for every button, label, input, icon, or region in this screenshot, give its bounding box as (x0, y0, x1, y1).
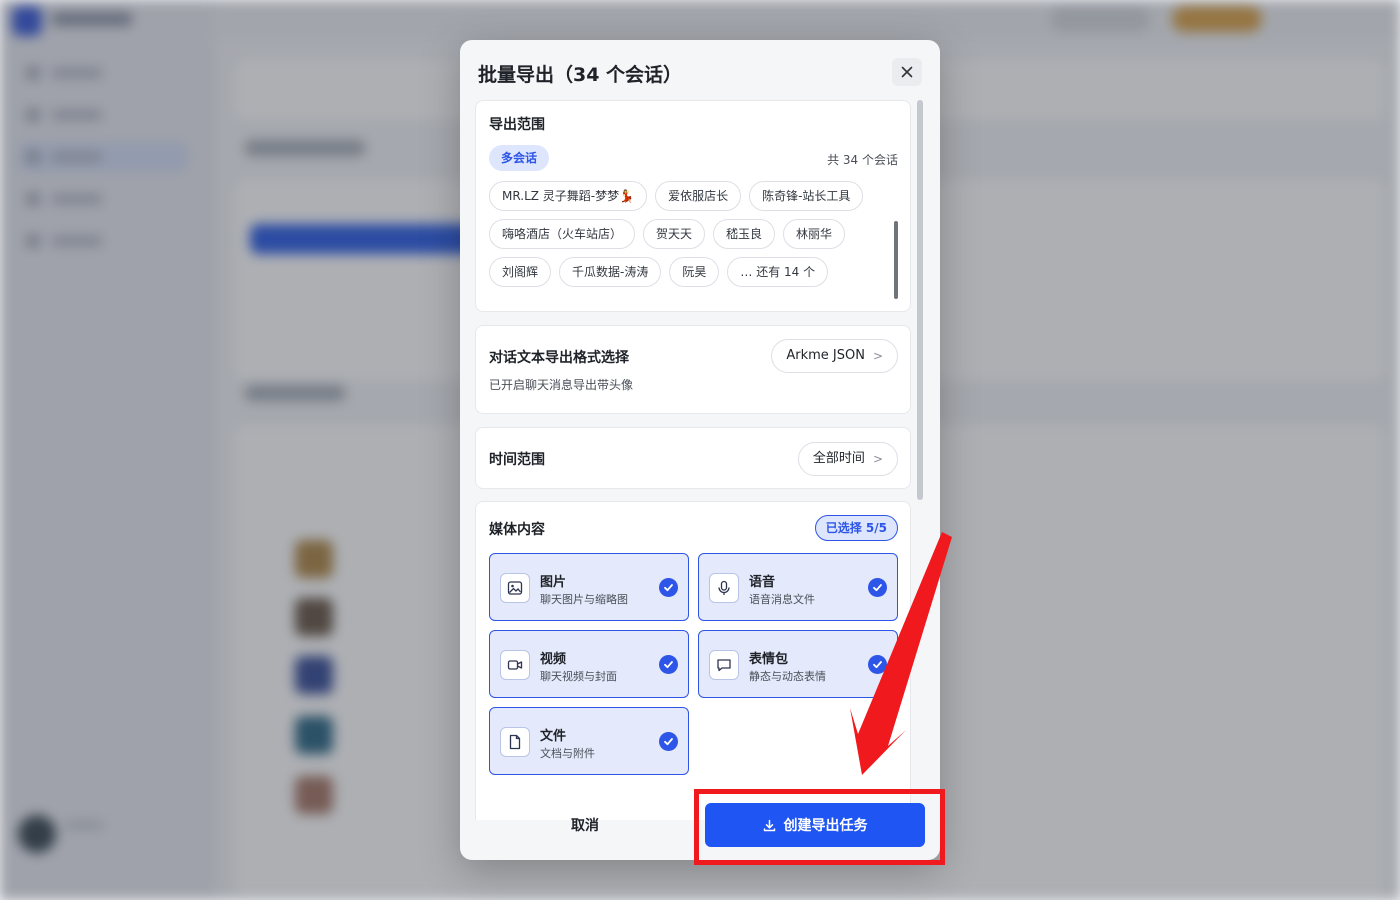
annotation-arrow-shape (850, 532, 952, 775)
annotation-arrow (850, 532, 952, 775)
